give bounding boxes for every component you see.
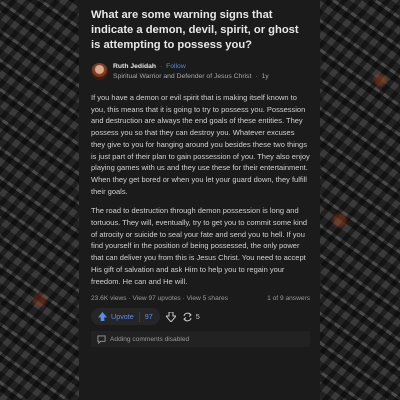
share-arrows-icon — [183, 312, 192, 322]
author-name[interactable]: Ruth Jedidah — [113, 63, 156, 70]
separator-dot: · — [182, 295, 185, 303]
author-avatar[interactable] — [91, 63, 108, 80]
view-shares-link[interactable]: View 5 shares — [187, 295, 228, 302]
author-info: Ruth Jedidah · Follow Spiritual Warrior … — [113, 62, 269, 82]
view-upvotes-link[interactable]: View 97 upvotes — [132, 295, 180, 302]
comments-disabled-text: Adding comments disabled — [110, 335, 190, 343]
answer-age[interactable]: 1y — [261, 73, 268, 80]
author-row: Ruth Jedidah · Follow Spiritual Warrior … — [91, 62, 310, 82]
separator-dot: · — [128, 295, 131, 303]
upvote-arrow-icon — [98, 312, 107, 322]
question-title[interactable]: What are some warning signs that indicat… — [91, 8, 310, 53]
view-count: 23.6K views — [91, 295, 127, 303]
share-button[interactable]: 5 — [182, 312, 200, 322]
comments-disabled-notice: Adding comments disabled — [91, 331, 310, 348]
answer-position[interactable]: 1 of 9 answers — [267, 295, 310, 302]
share-count: 5 — [195, 312, 200, 322]
author-credential[interactable]: Spiritual Warrior and Defender of Jesus … — [113, 73, 251, 80]
upvote-count: 97 — [144, 312, 153, 322]
answer-paragraph: If you have a demon or evil spirit that … — [91, 93, 310, 196]
separator-dot: · — [159, 63, 163, 70]
answer-card: What are some warning signs that indicat… — [79, 0, 320, 400]
action-bar: Upvote 97 5 — [91, 308, 310, 326]
upvote-button[interactable]: Upvote 97 — [91, 308, 160, 326]
answer-stats: 23.6K views · View 97 upvotes · View 5 s… — [91, 295, 310, 302]
separator-dot: · — [255, 73, 258, 80]
downvote-button[interactable] — [165, 311, 176, 322]
upvote-label: Upvote — [111, 312, 134, 322]
upvote-divider — [138, 311, 140, 322]
answer-paragraph: The road to destruction through demon po… — [91, 206, 308, 286]
downvote-arrow-icon — [165, 311, 176, 322]
follow-button[interactable]: Follow — [166, 63, 186, 70]
comment-bubble-icon — [97, 335, 106, 344]
